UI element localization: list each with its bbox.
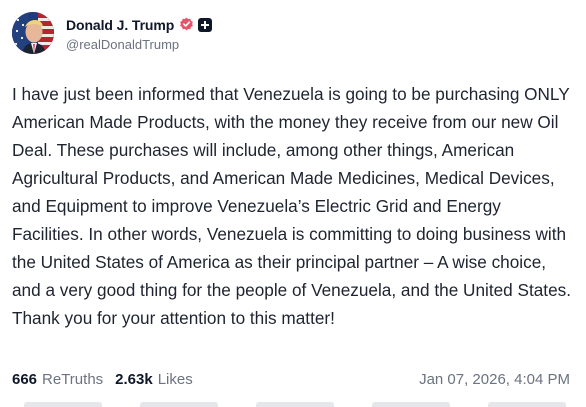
likes-label: Likes: [157, 370, 193, 388]
retruths-stat[interactable]: 666 ReTruths: [12, 371, 103, 388]
retruths-count: 666: [12, 370, 38, 388]
post-timestamp[interactable]: Jan 07, 2026, 4:04 PM: [419, 371, 570, 388]
reply-button[interactable]: [24, 402, 102, 407]
verified-badge-icon: [179, 17, 194, 32]
retruth-button[interactable]: [140, 402, 218, 407]
author-handle[interactable]: @realDonaldTrump: [66, 37, 212, 52]
author-display-name[interactable]: Donald J. Trump: [66, 17, 174, 33]
retruths-label: ReTruths: [42, 370, 104, 388]
avatar-image: [12, 12, 54, 54]
post-card: Donald J. Trump @realDonaldTrump I have …: [0, 0, 586, 407]
action-bar: [0, 402, 586, 407]
post-text: I have just been informed that Venezuela…: [12, 84, 571, 328]
like-button[interactable]: [256, 402, 334, 407]
share-button[interactable]: [372, 402, 450, 407]
author-identity: Donald J. Trump @realDonaldTrump: [66, 15, 213, 52]
more-button[interactable]: [488, 402, 566, 407]
avatar[interactable]: [12, 12, 54, 54]
name-row: Donald J. Trump: [66, 15, 213, 35]
likes-count: 2.63k: [115, 370, 153, 388]
post-footer: 666 ReTruths 2.63k Likes Jan 07, 2026, 4…: [12, 368, 570, 390]
likes-stat[interactable]: 2.63k Likes: [115, 371, 193, 388]
post-header: Donald J. Trump @realDonaldTrump: [12, 12, 213, 54]
plus-icon: [198, 17, 213, 32]
